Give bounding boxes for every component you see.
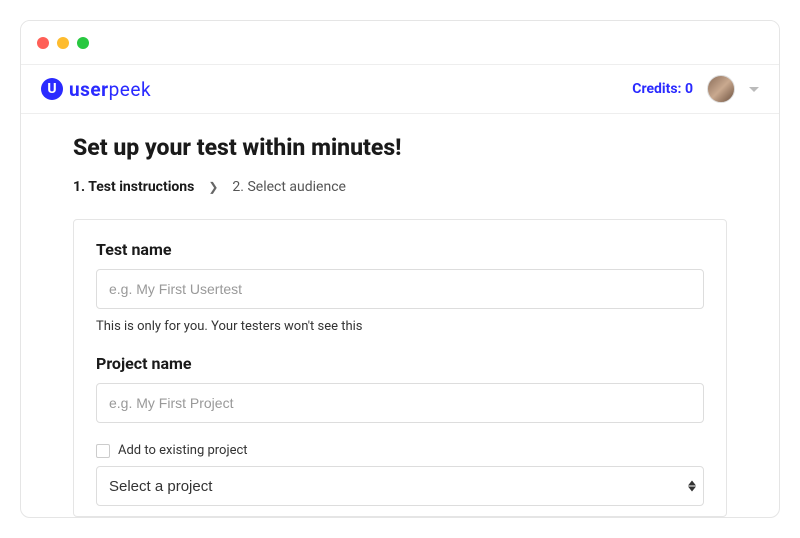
minimize-window-icon[interactable] (57, 37, 69, 49)
app-header: U userpeek Credits: 0 (21, 65, 779, 114)
project-name-input[interactable] (96, 383, 704, 423)
test-name-field-group: Test name This is only for you. Your tes… (96, 240, 704, 334)
close-window-icon[interactable] (37, 37, 49, 49)
breadcrumb-step-1[interactable]: 1. Test instructions (73, 179, 194, 195)
logo-mark-icon: U (41, 78, 63, 100)
test-name-input[interactable] (96, 269, 704, 309)
project-name-field-group: Project name (96, 354, 704, 423)
breadcrumb-step-2[interactable]: 2. Select audience (232, 179, 346, 195)
window-titlebar (21, 21, 779, 65)
chevron-right-icon: ❯ (208, 180, 218, 194)
project-select-wrap: Select a project (96, 466, 704, 506)
avatar[interactable] (707, 75, 735, 103)
project-select[interactable]: Select a project (96, 466, 704, 506)
breadcrumb: 1. Test instructions ❯ 2. Select audienc… (73, 179, 727, 195)
credits-label[interactable]: Credits: 0 (632, 81, 693, 97)
header-right: Credits: 0 (632, 75, 759, 103)
test-name-label: Test name (96, 240, 704, 259)
app-window: U userpeek Credits: 0 Set up your test w… (20, 20, 780, 518)
main-content: Set up your test within minutes! 1. Test… (21, 114, 779, 517)
test-name-helper: This is only for you. Your testers won't… (96, 319, 704, 334)
traffic-lights (37, 37, 89, 49)
add-existing-checkbox[interactable] (96, 444, 110, 458)
chevron-down-icon[interactable] (749, 87, 759, 92)
form-card: Test name This is only for you. Your tes… (73, 219, 727, 517)
add-existing-label: Add to existing project (118, 443, 248, 458)
brand-logo[interactable]: U userpeek (41, 78, 151, 101)
maximize-window-icon[interactable] (77, 37, 89, 49)
project-name-label: Project name (96, 354, 704, 373)
logo-text: userpeek (69, 78, 151, 101)
page-title: Set up your test within minutes! (73, 134, 727, 161)
add-existing-row: Add to existing project (96, 443, 704, 458)
